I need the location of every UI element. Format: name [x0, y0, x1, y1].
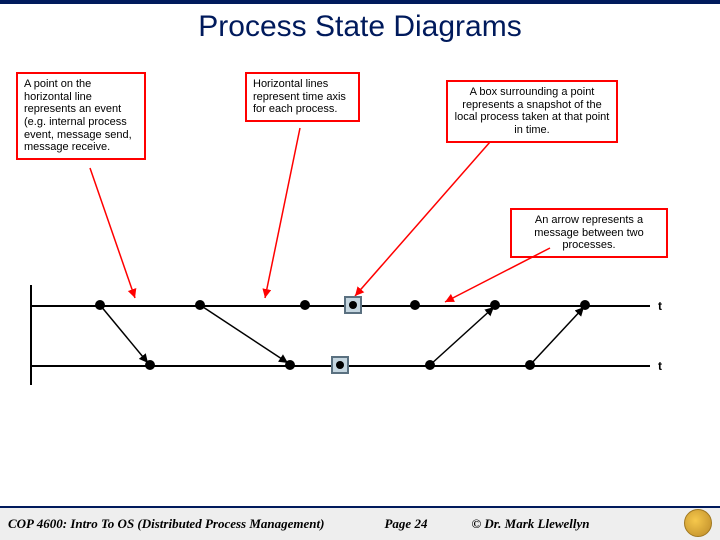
footer-page: Page 24	[384, 516, 427, 532]
event-dot	[410, 300, 420, 310]
event-dot	[95, 300, 105, 310]
time-label-bottom: t	[658, 359, 662, 373]
ucf-logo-icon	[684, 509, 712, 537]
snapshot-box	[344, 296, 362, 314]
event-dot	[525, 360, 535, 370]
process-state-diagram: t t	[30, 285, 690, 405]
slide-title: Process State Diagrams	[0, 10, 720, 44]
footer-course: COP 4600: Intro To OS (Distributed Proce…	[8, 516, 324, 532]
event-dot	[300, 300, 310, 310]
event-dot	[580, 300, 590, 310]
footer-author: © Dr. Mark Llewellyn	[471, 516, 589, 532]
slide-footer: COP 4600: Intro To OS (Distributed Proce…	[0, 506, 720, 540]
callout-horizontal-line: Horizontal lines represent time axis for…	[245, 72, 360, 122]
callout-snapshot-box: A box surrounding a point represents a s…	[446, 80, 618, 143]
event-dot	[285, 360, 295, 370]
event-dot	[195, 300, 205, 310]
event-dot	[490, 300, 500, 310]
event-dot	[145, 360, 155, 370]
time-label-top: t	[658, 299, 662, 313]
callout-point-event: A point on the horizontal line represent…	[16, 72, 146, 160]
process-axis-top	[30, 305, 650, 307]
snapshot-box	[331, 356, 349, 374]
event-dot	[425, 360, 435, 370]
y-axis	[30, 285, 32, 385]
callout-arrow-message: An arrow represents a message between tw…	[510, 208, 668, 258]
top-accent-bar	[0, 0, 720, 4]
